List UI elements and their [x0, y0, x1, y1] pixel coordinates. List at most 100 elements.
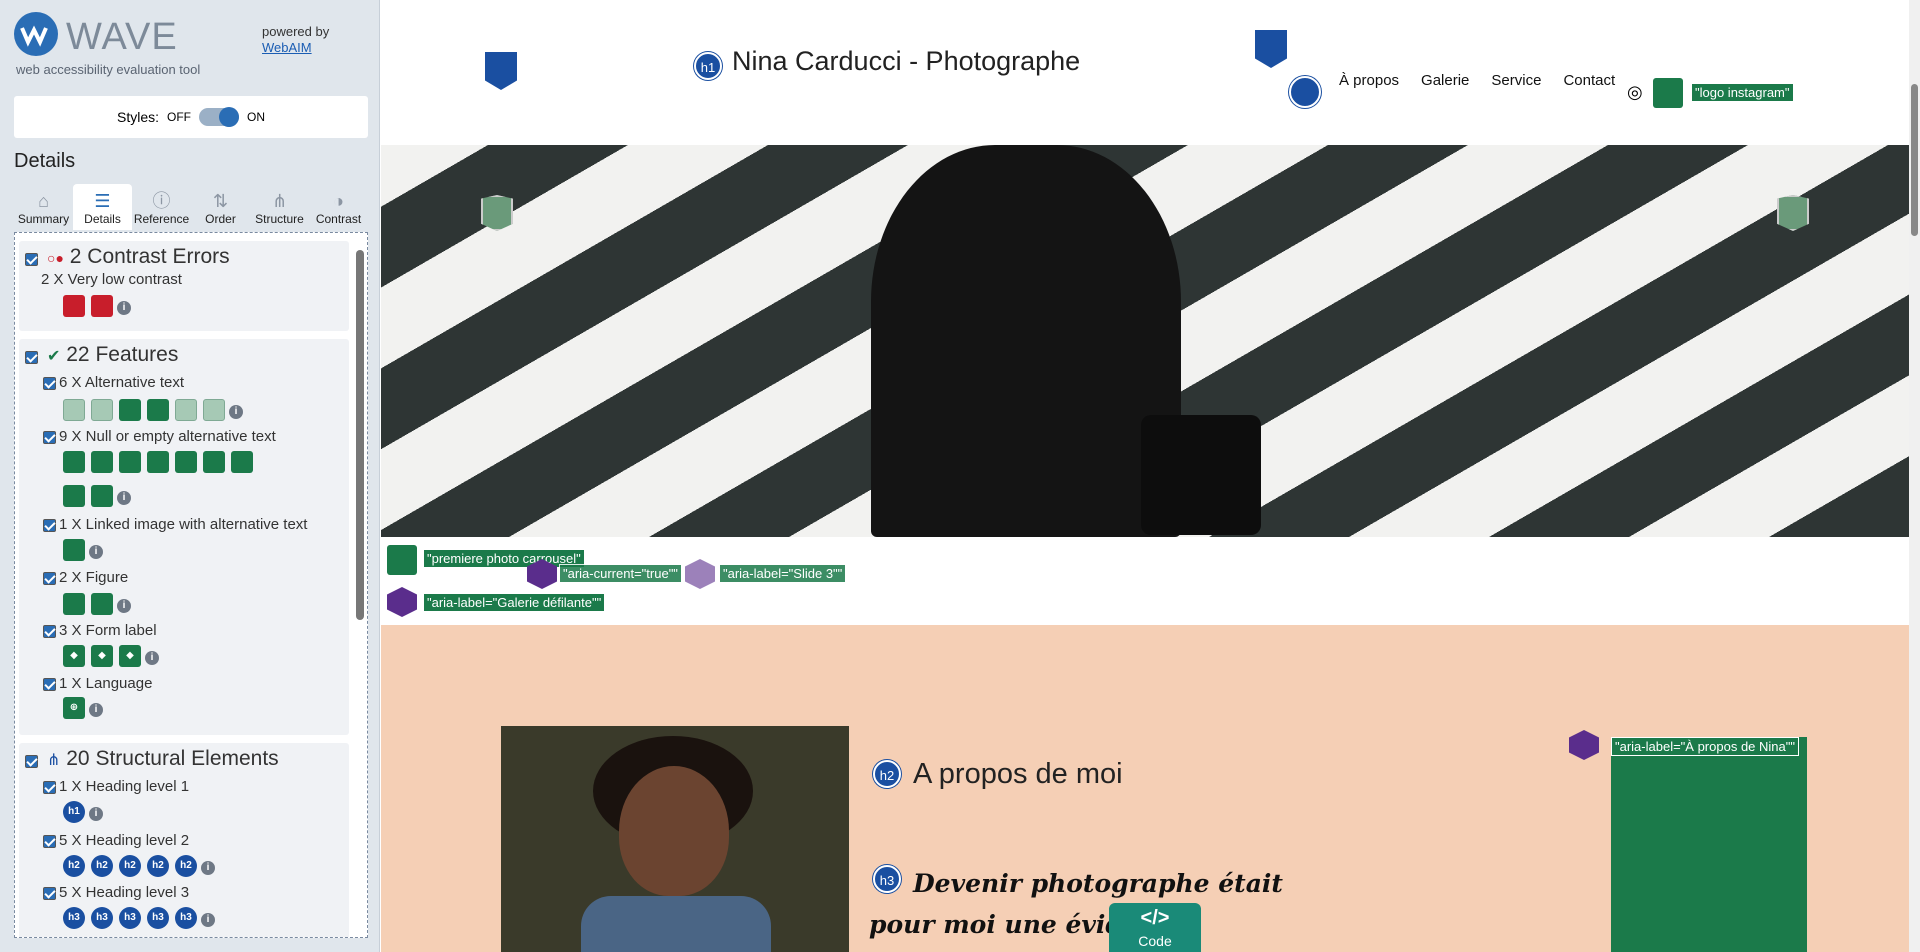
null-alt-icon[interactable] — [147, 451, 169, 473]
panel-scrollbar-thumb[interactable] — [356, 250, 364, 620]
linked-image-icon[interactable] — [63, 539, 85, 561]
info-icon[interactable]: i — [201, 861, 215, 875]
heading1-checkbox[interactable] — [43, 781, 56, 794]
features-section: ✔ 22 Features 6 X Alternative text i 9 X… — [19, 339, 349, 735]
info-icon[interactable]: i — [89, 807, 103, 821]
contrast-checkbox[interactable] — [25, 253, 38, 266]
tag-icon[interactable]: ◆ — [119, 645, 141, 667]
heading2-checkbox[interactable] — [43, 835, 56, 848]
h2-icon[interactable]: h2 — [175, 855, 197, 877]
nav-shield-icon[interactable] — [1255, 30, 1287, 68]
null-alt-icon[interactable] — [91, 485, 113, 507]
info-icon[interactable]: i — [117, 301, 131, 315]
form-label-checkbox[interactable] — [43, 625, 56, 638]
tag-icon[interactable]: ◆ — [63, 645, 85, 667]
null-alt-icon[interactable] — [481, 195, 513, 231]
page-scrollbar-thumb[interactable] — [1911, 84, 1918, 236]
h3-icon[interactable]: h3 — [175, 907, 197, 929]
features-section-title: ✔ 22 Features — [47, 343, 178, 367]
contrast-error-icon[interactable] — [63, 295, 85, 317]
h2-icon[interactable]: h2 — [91, 855, 113, 877]
linked-image-checkbox[interactable] — [43, 519, 56, 532]
null-alt-icon[interactable] — [203, 451, 225, 473]
tab-summary[interactable]: ⌂ Summary — [14, 184, 73, 230]
nav-about[interactable]: À propos — [1339, 72, 1399, 89]
h1-badge[interactable]: h1 — [694, 52, 722, 80]
home-icon: ⌂ — [38, 191, 49, 211]
null-alt-icon[interactable] — [175, 451, 197, 473]
panel-scrollbar[interactable] — [354, 236, 364, 936]
aria-tag-icon[interactable] — [1569, 730, 1599, 760]
h2-icon[interactable]: h2 — [147, 855, 169, 877]
webaim-link[interactable]: WebAIM — [262, 40, 312, 55]
header-shield-icon[interactable] — [485, 52, 517, 90]
list-icon[interactable] — [1289, 76, 1321, 108]
aria-tag-icon[interactable] — [685, 559, 715, 589]
null-alt-icon[interactable] — [63, 485, 85, 507]
info-icon[interactable]: i — [145, 651, 159, 665]
info-icon[interactable]: i — [89, 703, 103, 717]
features-title-text: 22 Features — [66, 343, 179, 366]
tag-icon[interactable]: ◆ — [91, 645, 113, 667]
wave-tagline: web accessibility evaluation tool — [16, 62, 201, 77]
heading3-checkbox[interactable] — [43, 887, 56, 900]
nav-gallery[interactable]: Galerie — [1421, 72, 1469, 89]
alt-text-icon[interactable] — [63, 399, 85, 421]
tab-contrast[interactable]: ◑ Contrast — [309, 184, 368, 230]
structural-checkbox[interactable] — [25, 755, 38, 768]
code-button[interactable]: </> Code — [1109, 903, 1201, 952]
nav-contact[interactable]: Contact — [1563, 72, 1615, 89]
info-icon[interactable]: i — [117, 491, 131, 505]
info-icon[interactable]: i — [201, 913, 215, 927]
about-title: A propos de moi — [913, 758, 1123, 790]
alt-text-icon[interactable] — [91, 399, 113, 421]
contrast-icon: ◑ — [333, 191, 344, 211]
aria-tag-icon[interactable] — [387, 587, 417, 617]
tab-details[interactable]: ☰ Details — [73, 184, 132, 230]
portrait-image — [501, 726, 849, 952]
globe-icon[interactable]: ⊕ — [63, 697, 85, 719]
list-icon: ☰ — [94, 191, 111, 211]
h3-icon[interactable]: h3 — [147, 907, 169, 929]
info-icon[interactable]: i — [89, 545, 103, 559]
instagram-icon[interactable]: ◎ — [1627, 82, 1643, 103]
h3-icon[interactable]: h3 — [119, 907, 141, 929]
image-icon[interactable] — [387, 545, 417, 575]
h3-icon[interactable]: h3 — [63, 907, 85, 929]
figure-checkbox[interactable] — [43, 572, 56, 585]
alt-text-icon[interactable] — [203, 399, 225, 421]
info-icon[interactable]: i — [229, 405, 243, 419]
info-icon[interactable]: i — [117, 599, 131, 613]
null-alt-icon[interactable] — [119, 451, 141, 473]
figure-icon[interactable] — [63, 593, 85, 615]
nav-service[interactable]: Service — [1491, 72, 1541, 89]
alt-text-icon[interactable] — [175, 399, 197, 421]
tab-order[interactable]: ⇅ Order — [191, 184, 250, 230]
alt-text-icon[interactable] — [147, 399, 169, 421]
linked-image-icon[interactable] — [1653, 78, 1683, 108]
h2-icon[interactable]: h2 — [119, 855, 141, 877]
null-alt-icon[interactable] — [63, 451, 85, 473]
contrast-error-icon[interactable] — [91, 295, 113, 317]
language-checkbox[interactable] — [43, 678, 56, 691]
null-alt-icon[interactable] — [91, 451, 113, 473]
features-checkbox[interactable] — [25, 351, 38, 364]
tab-structure[interactable]: ⋔ Structure — [250, 184, 309, 230]
null-alt-checkbox[interactable] — [43, 431, 56, 444]
h3-icon[interactable]: h3 — [91, 907, 113, 929]
figure-icon[interactable] — [91, 593, 113, 615]
h2-icon[interactable]: h2 — [63, 855, 85, 877]
alt-text-checkbox[interactable] — [43, 377, 56, 390]
order-icon: ⇅ — [212, 191, 229, 211]
page-scrollbar[interactable] — [1909, 0, 1920, 952]
h1-icon[interactable]: h1 — [63, 801, 85, 823]
hero-carousel — [381, 145, 1909, 537]
h2-badge[interactable]: h2 — [873, 760, 901, 788]
styles-toggle[interactable] — [199, 107, 239, 127]
alt-text-icon[interactable] — [119, 399, 141, 421]
tab-reference[interactable]: ⓘ Reference — [132, 184, 191, 230]
null-alt-icon[interactable] — [1777, 195, 1809, 231]
about-subtitle-text: Devenir photographe était pour moi une é… — [869, 869, 1283, 952]
linked-image-label: 1 X Linked image with alternative text — [59, 516, 308, 533]
null-alt-icon[interactable] — [231, 451, 253, 473]
